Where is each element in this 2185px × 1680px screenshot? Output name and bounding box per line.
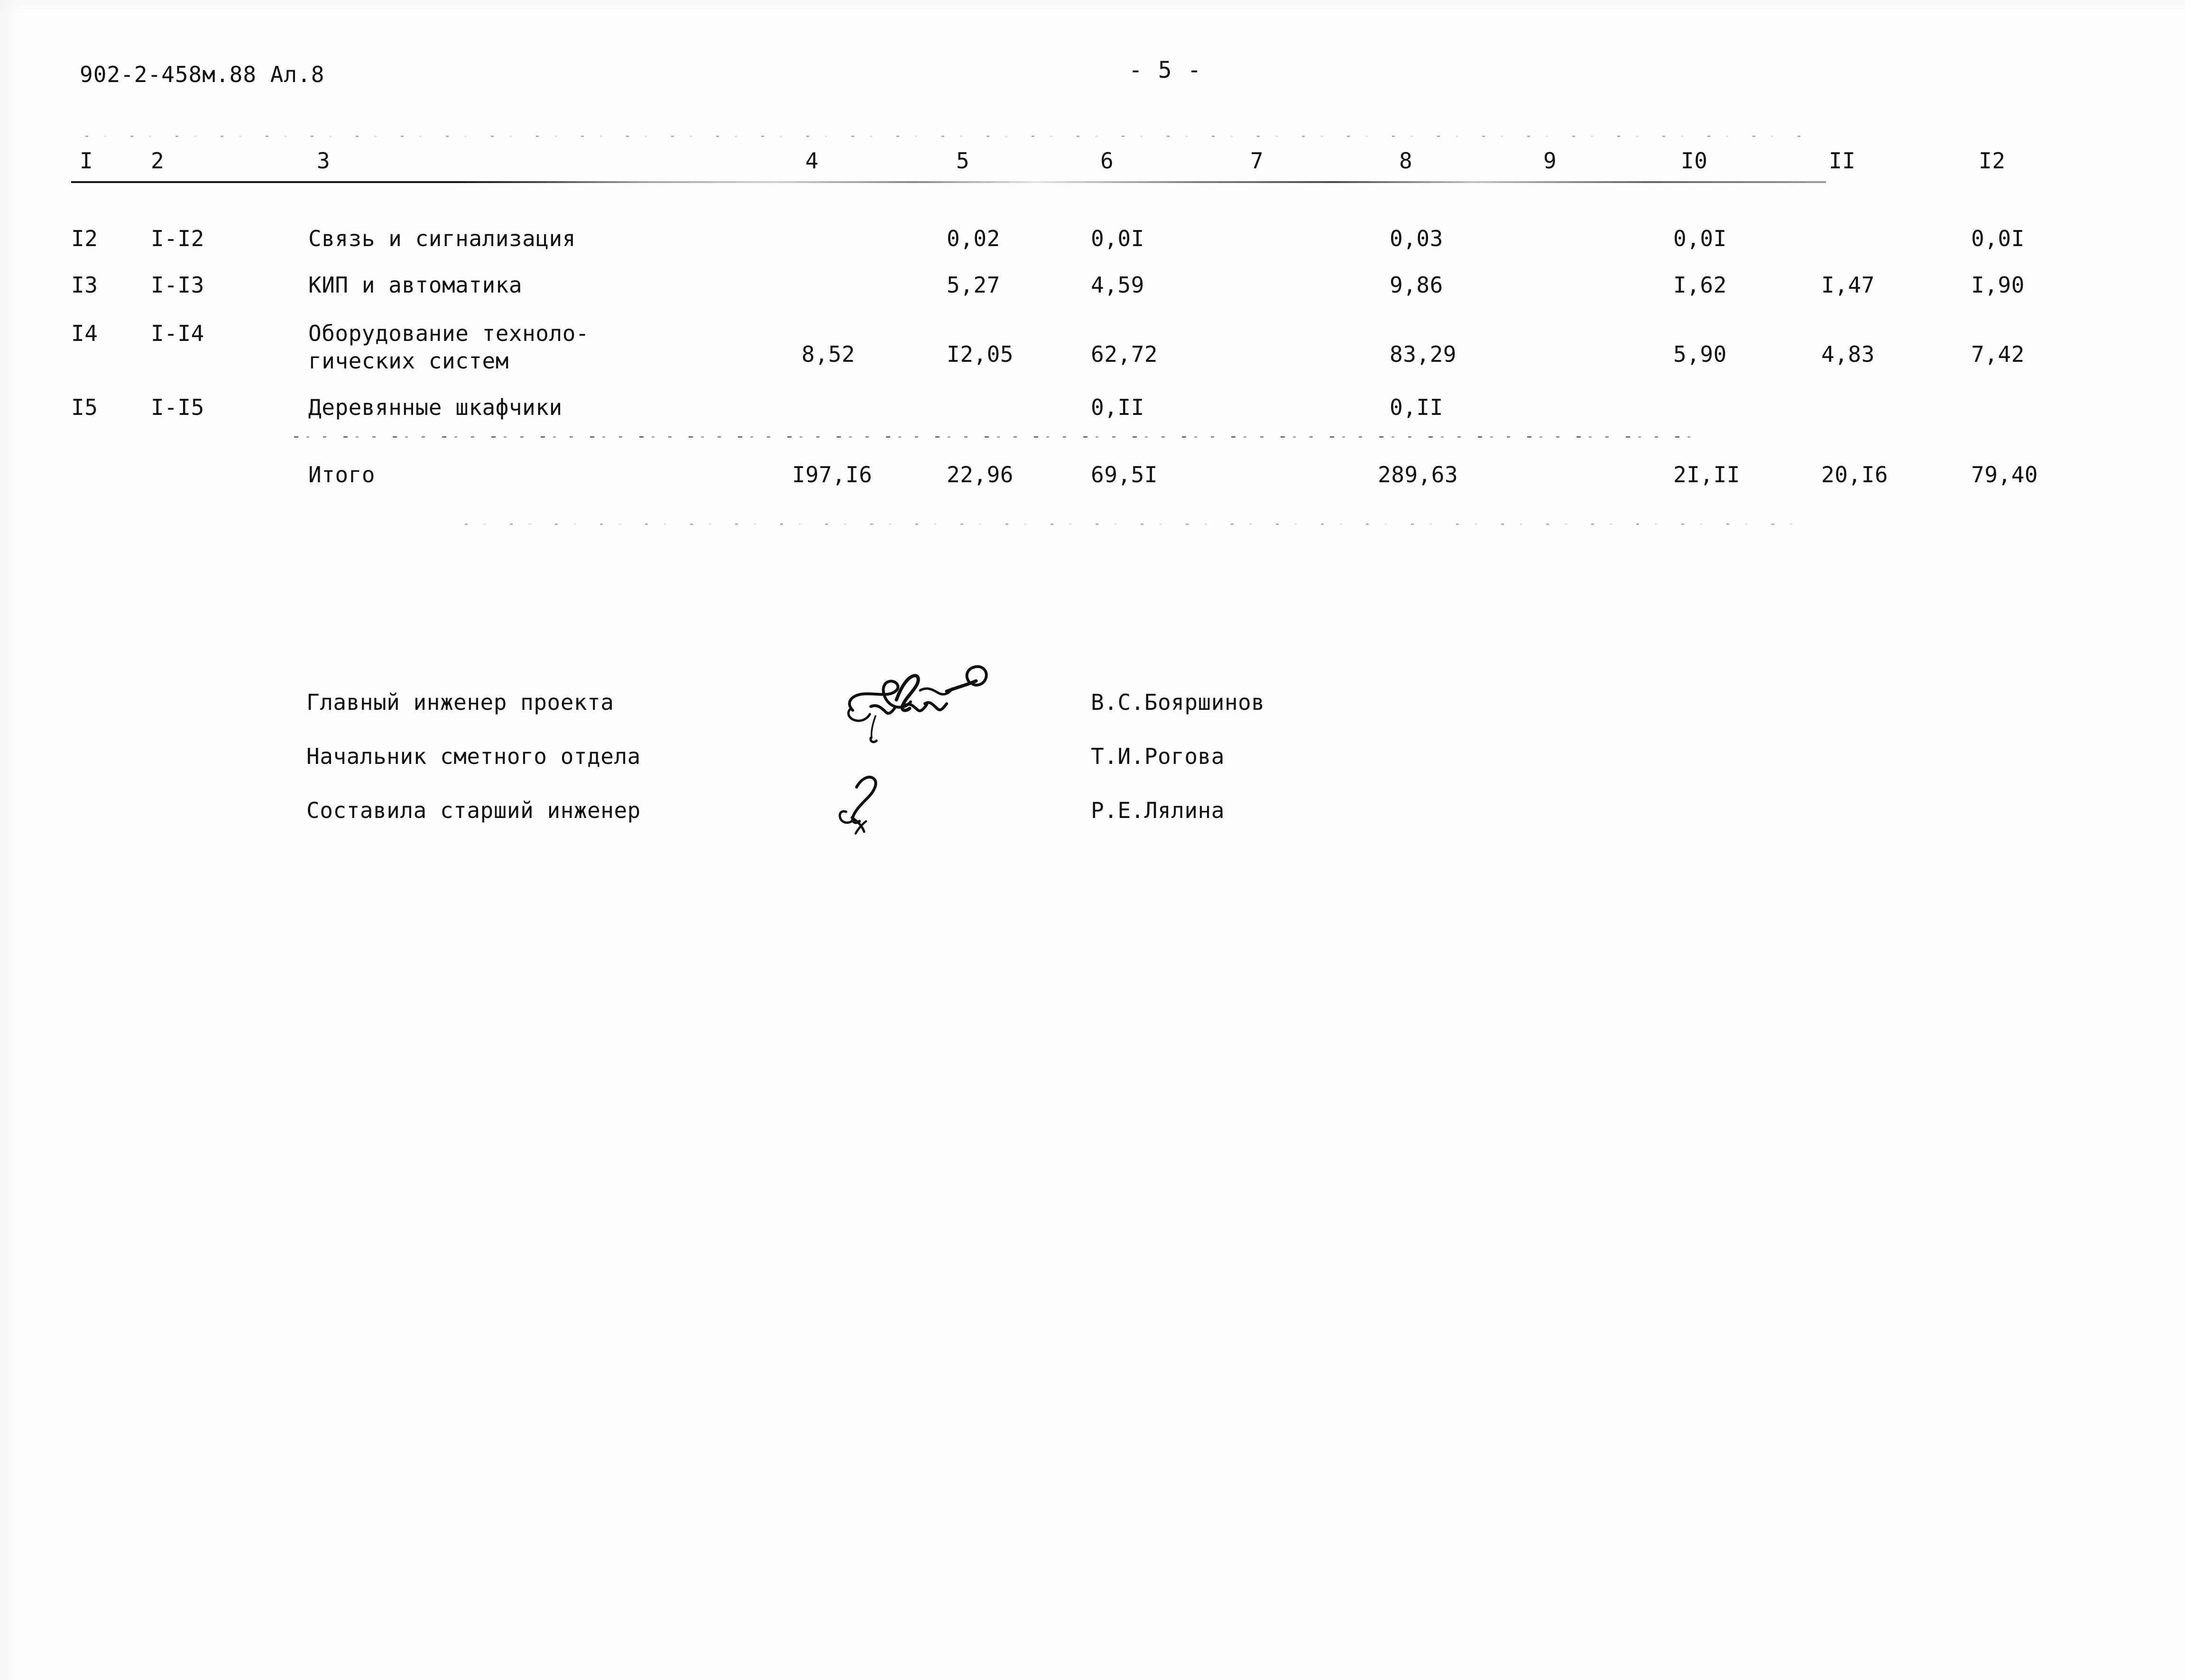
table-rule-header-bottom: [71, 181, 1826, 183]
total-row-col-11: 20,I6: [1821, 462, 1888, 487]
signature-title-senior-engineer: Составила старший инженер: [306, 798, 641, 823]
table-row-15-col-3: Деревянные шкафчики: [308, 395, 562, 420]
table-row-14-col-11: 4,83: [1821, 341, 1875, 367]
table-row-12-col-12: 0,0I: [1971, 226, 2025, 251]
handwritten-signature-senior-engineer: [839, 775, 877, 835]
table-row-13-col-10: I,62: [1673, 272, 1727, 298]
total-row-label: Итого: [308, 462, 375, 487]
table-row-14-col-5: I2,05: [947, 341, 1014, 367]
table-row-12-col-6: 0,0I: [1091, 226, 1144, 251]
total-row-col-8: 289,63: [1378, 462, 1458, 487]
table-row-14-col-2: I-I4: [151, 321, 204, 346]
table-row-13-col-1: I3: [71, 272, 98, 298]
column-header-1: I: [80, 148, 93, 174]
signature-name-senior-engineer: Р.Е.Лялина: [1091, 798, 1225, 823]
total-row-col-5: 22,96: [947, 462, 1014, 487]
table-row-12-col-5: 0,02: [947, 226, 1000, 251]
table-row-12-col-2: I-I2: [151, 226, 204, 251]
table-rule-bottom: [465, 523, 1802, 525]
column-header-6: 6: [1100, 148, 1114, 174]
table-row-14-col-1: I4: [71, 321, 98, 346]
signature-title-estimate-dept-head: Начальник сметного отдела: [306, 744, 641, 769]
table-row-15-col-6: 0,II: [1091, 395, 1144, 420]
total-row-col-12: 79,40: [1971, 462, 2038, 487]
column-header-3: 3: [317, 148, 331, 174]
estimate-table: I 2 3 4 5 6 7 8 9 I0 II I2 I2 I-I2 Связь…: [0, 0, 2185, 569]
table-row-13-col-12: I,90: [1971, 272, 2025, 298]
signature-name-chief-engineer: В.С.Бояршинов: [1091, 689, 1265, 715]
table-rule-above-total: [294, 436, 1698, 438]
column-header-2: 2: [151, 148, 165, 174]
table-row-14-col-6: 62,72: [1091, 341, 1158, 367]
table-row-14-col-3-line1: Оборудование техноло-: [308, 321, 590, 346]
table-row-12-col-3: Связь и сигнализация: [308, 226, 576, 251]
column-header-7: 7: [1250, 148, 1264, 174]
table-rule-top: [85, 136, 1812, 137]
table-row-13-col-2: I-I3: [151, 272, 204, 298]
table-row-12-col-8: 0,03: [1390, 226, 1443, 251]
table-row-14-col-10: 5,90: [1673, 341, 1727, 367]
table-row-14-col-12: 7,42: [1971, 341, 2025, 367]
table-row-15-col-8: 0,II: [1390, 395, 1443, 420]
table-row-14-col-3-line2: гических систем: [308, 348, 509, 374]
document-page: 902-2-458м.88 Ал.8 - 5 - I 2 3 4 5 6 7 8…: [0, 0, 2185, 1680]
table-row-13-col-5: 5,27: [947, 272, 1000, 298]
total-row-col-10: 2I,II: [1673, 462, 1740, 487]
table-row-12-col-1: I2: [71, 226, 98, 251]
table-row-14-col-4: 8,52: [802, 341, 855, 367]
column-header-5: 5: [956, 148, 970, 174]
table-row-13-col-8: 9,86: [1390, 272, 1443, 298]
table-row-15-col-2: I-I5: [151, 395, 204, 420]
total-row-col-6: 69,5I: [1091, 462, 1158, 487]
signature-name-estimate-dept-head: Т.И.Рогова: [1091, 744, 1225, 769]
column-header-8: 8: [1399, 148, 1413, 174]
column-header-9: 9: [1543, 148, 1557, 174]
signature-title-chief-engineer: Главный инженер проекта: [306, 689, 614, 715]
table-row-13-col-3: КИП и автоматика: [308, 272, 523, 298]
table-row-13-col-6: 4,59: [1091, 272, 1144, 298]
total-row-col-4: I97,I6: [792, 462, 873, 487]
column-header-4: 4: [805, 148, 819, 174]
handwritten-signature-chief-engineer: [847, 665, 988, 744]
column-header-12: I2: [1979, 148, 2006, 174]
table-row-14-col-8: 83,29: [1390, 341, 1457, 367]
column-header-10: I0: [1681, 148, 1708, 174]
column-header-11: II: [1829, 148, 1856, 174]
table-row-12-col-10: 0,0I: [1673, 226, 1727, 251]
table-row-15-col-1: I5: [71, 395, 98, 420]
table-row-13-col-11: I,47: [1821, 272, 1875, 298]
